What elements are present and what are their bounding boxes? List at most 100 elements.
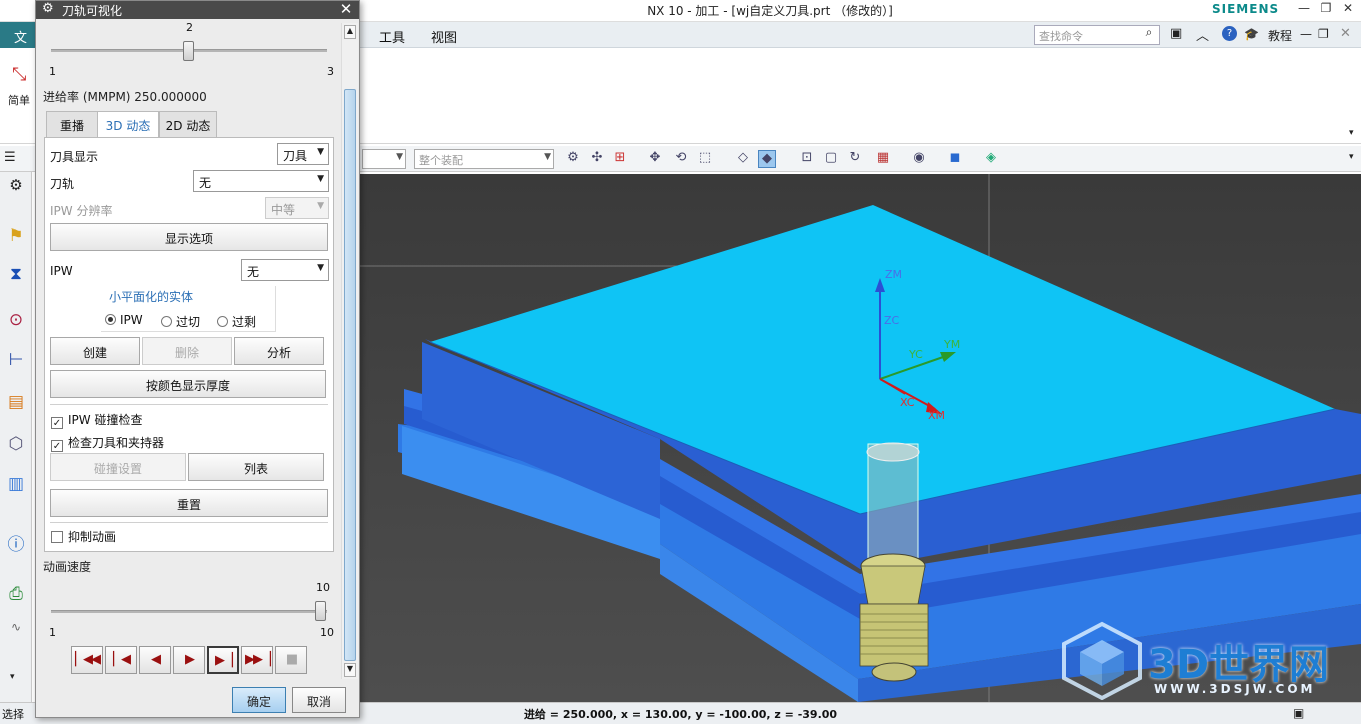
reset-button[interactable]: 重置 (50, 489, 328, 517)
rotate-icon[interactable]: ⟲ (672, 150, 690, 168)
solid-view-icon[interactable]: ◆ (758, 150, 776, 168)
menu-icon[interactable]: ☰ (4, 150, 16, 165)
simple-tool-icon[interactable]: ⤡ (12, 64, 26, 85)
ipw-label: IPW (50, 264, 73, 278)
list-button[interactable]: 列表 (188, 453, 324, 481)
zoom-fit-icon[interactable]: ⊡ (798, 150, 816, 168)
eraser-icon[interactable]: ◇ (734, 150, 752, 168)
step-forward-button[interactable]: ▶▕ (207, 646, 239, 674)
ipw-collision-checkbox[interactable]: ✓ IPW 碰撞检查 (51, 411, 142, 429)
file-menu[interactable]: 文 (14, 27, 27, 46)
box-select-icon[interactable]: ⬚ (696, 150, 714, 168)
layer-icon[interactable]: ▦ (874, 150, 892, 168)
close-icon[interactable]: ✕ (1338, 1, 1358, 19)
checkbox[interactable] (51, 531, 63, 543)
dialog-scrollbar[interactable]: ▲ ▼ (341, 23, 358, 679)
machine-tool-icon[interactable]: ⧗ (3, 264, 29, 290)
play-reverse-button[interactable]: ◀ (139, 646, 171, 674)
cube-icon[interactable]: ◼ (946, 150, 964, 168)
check-tool-holder-checkbox[interactable]: ✓ 检查刀具和夹持器 (51, 434, 164, 452)
scroll-up-icon[interactable]: ▲ (344, 25, 356, 39)
fast-forward-to-end-button[interactable]: ▶▶▕ (241, 646, 273, 674)
snap-icon[interactable]: ⚙ (564, 150, 582, 168)
fullscreen-icon[interactable]: ▣ (1293, 706, 1304, 720)
radio-excess[interactable]: 过剩 (217, 313, 256, 330)
play-forward-button[interactable]: ▶ (173, 646, 205, 674)
zoom-icon[interactable]: ▢ (822, 150, 840, 168)
stop-button[interactable]: ■ (275, 646, 307, 674)
rewind-to-start-button[interactable]: ▏◀◀ (71, 646, 103, 674)
ipw-resolution-select[interactable]: 中等 ▼ (265, 197, 329, 219)
radio-ipw[interactable]: IPW (105, 313, 143, 327)
close-icon[interactable]: ✕ (1340, 26, 1351, 41)
speed-slider-track[interactable] (51, 610, 327, 613)
point-icon[interactable]: ✣ (588, 150, 606, 168)
chevron-down-icon[interactable]: ▾ (1349, 152, 1354, 162)
info-icon[interactable]: ⓘ (3, 530, 29, 556)
scroll-thumb[interactable] (344, 89, 356, 661)
minimize-icon[interactable]: — (1294, 1, 1314, 19)
settings-icon[interactable]: ⚙ (3, 176, 29, 202)
filter-combo[interactable]: ▼ (362, 149, 406, 169)
minimize-icon[interactable]: — (1300, 27, 1312, 41)
chevron-down-icon[interactable]: ▾ (10, 672, 15, 682)
operation-navigator-icon[interactable]: ⚑ (3, 226, 29, 252)
menu-tools[interactable]: 工具 (379, 27, 405, 46)
search-icon[interactable]: ⌕ (1140, 25, 1158, 43)
tutorial-link[interactable]: 教程 (1268, 27, 1292, 44)
delete-button[interactable]: 删除 (142, 337, 232, 365)
add-point-icon[interactable]: ⊞ (611, 150, 629, 168)
window-icon[interactable]: ▣ (1170, 26, 1182, 41)
faceted-solid-title: 小平面化的实体 (109, 290, 194, 304)
geometry-icon[interactable]: ⊙ (3, 310, 29, 336)
chevron-down-icon[interactable]: ▾ (1349, 128, 1354, 138)
create-button[interactable]: 创建 (50, 337, 140, 365)
check-icon[interactable]: ✓ (51, 417, 63, 429)
dialog-title-bar[interactable]: ⚙ 刀轨可视化 ✕ (36, 0, 359, 19)
document-icon[interactable]: ⎙ (3, 584, 29, 610)
step-back-button[interactable]: ▏◀ (105, 646, 137, 674)
reuse-library-icon[interactable]: ⬡ (3, 434, 29, 460)
menu-view[interactable]: 视图 (431, 27, 457, 46)
radio-dot[interactable] (161, 316, 172, 327)
view-orient-icon[interactable]: ◈ (982, 150, 1000, 168)
operation-slider-thumb[interactable] (183, 41, 194, 61)
cancel-button[interactable]: 取消 (292, 687, 346, 713)
tool-display-select[interactable]: 刀具 ▼ (277, 143, 329, 165)
collision-settings-button[interactable]: 碰撞设置 (50, 453, 186, 481)
tab-panel-3d: 刀具显示 刀具 ▼ 刀轨 无 ▼ IPW 分辨率 中等 ▼ 显示选项 IPW 无 ▼ 小… (44, 137, 334, 552)
assembly-combo[interactable]: 整个装配 ▼ (414, 149, 554, 169)
thickness-color-button[interactable]: 按颜色显示厚度 (50, 370, 326, 398)
ok-button[interactable]: 确定 (232, 687, 286, 713)
file-menu-bg[interactable]: 文 (0, 22, 36, 48)
move-icon[interactable]: ✥ (646, 150, 664, 168)
library-icon[interactable]: ▥ (3, 474, 29, 500)
toolpath-select[interactable]: 无 ▼ (193, 170, 329, 192)
tab-2d-dynamic[interactable]: 2D 动态 (159, 111, 217, 137)
axis-xc-label: XC (900, 396, 915, 409)
refresh-icon[interactable]: ↻ (846, 150, 864, 168)
radio-dot[interactable] (105, 314, 116, 325)
radio-gouge[interactable]: 过切 (161, 313, 200, 330)
graphics-viewport[interactable]: ZM ZC YC YM XC XM 3D世界网 WWW.3DSJW.COM (360, 174, 1361, 702)
ipw-select[interactable]: 无 ▼ (241, 259, 329, 281)
render-style-icon[interactable]: ◉ (910, 150, 928, 168)
check-icon[interactable]: ✓ (51, 440, 63, 452)
chevron-up-icon[interactable]: ︿ (1196, 25, 1209, 44)
gear-icon[interactable]: ⚙ (42, 1, 54, 16)
close-icon[interactable]: ✕ (336, 0, 356, 18)
restore-icon[interactable]: ❐ (1316, 1, 1336, 19)
suppress-animation-checkbox[interactable]: 抑制动画 (51, 528, 116, 545)
ipw-resolution-label: IPW 分辨率 (50, 204, 113, 218)
analyze-button[interactable]: 分析 (234, 337, 324, 365)
radio-dot[interactable] (217, 316, 228, 327)
tab-replay[interactable]: 重播 (46, 111, 98, 137)
scroll-down-icon[interactable]: ▼ (344, 663, 356, 677)
speed-slider-thumb[interactable] (315, 601, 326, 621)
restore-icon[interactable]: ❐ (1318, 27, 1329, 41)
help-icon[interactable]: ? (1222, 26, 1237, 41)
part-navigator-icon[interactable]: ▤ (3, 392, 29, 418)
assembly-navigator-icon[interactable]: ⊢ (3, 350, 29, 376)
tab-3d-dynamic[interactable]: 3D 动态 (97, 111, 159, 138)
display-options-button[interactable]: 显示选项 (50, 223, 328, 251)
